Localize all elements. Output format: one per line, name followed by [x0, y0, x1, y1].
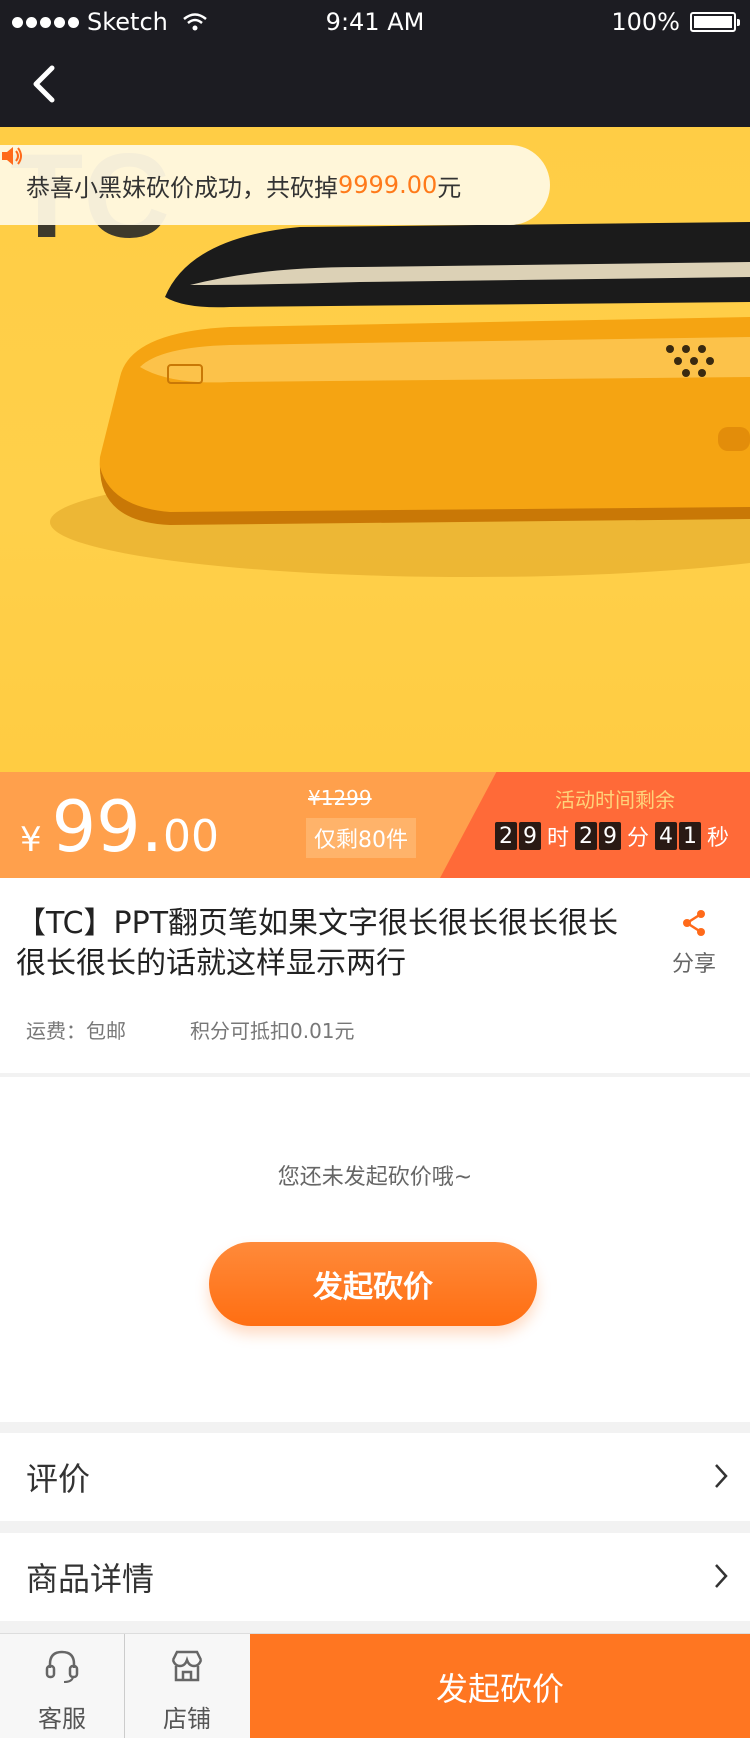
bargain-success-notice: 恭喜小黑妹砍价成功，共砍掉 9999.00 元 [0, 145, 550, 225]
headset-icon [45, 1650, 79, 1683]
timer-digit: 1 [679, 822, 702, 850]
timer-unit: 分 [627, 826, 650, 851]
timer-unit: 秒 [707, 826, 730, 851]
start-bargain-button[interactable]: 发起砍价 [209, 1242, 537, 1326]
stock-badge: 仅剩80件 [306, 818, 416, 858]
notice-amount: 9999.00 [338, 171, 438, 199]
bottom-start-bargain-button[interactable]: 发起砍价 [250, 1634, 750, 1738]
shop-label: 店铺 [163, 1705, 211, 1733]
timer-digit: 9 [599, 822, 622, 850]
timer-digit: 2 [495, 822, 517, 850]
service-label: 客服 [38, 1705, 86, 1733]
battery-label: 100% [611, 8, 680, 36]
chevron-right-icon [715, 1564, 728, 1588]
top-bar: Sketch 9:41 AM 100% [0, 0, 750, 127]
product-hero-image: TC 恭喜小黑妹砍价成功，共砍掉 9999.00 元 [0, 127, 750, 772]
notice-prefix: 恭喜小黑妹砍价成功，共砍掉 [26, 173, 338, 202]
timer-digit: 4 [655, 822, 678, 850]
price-currency: ¥ [20, 820, 42, 860]
store-icon [171, 1650, 203, 1682]
status-bar: Sketch 9:41 AM 100% [0, 0, 750, 42]
price-integer: 99 [51, 786, 141, 868]
details-label: 商品详情 [26, 1560, 155, 1598]
share-icon [683, 910, 705, 936]
price-bar: ¥ 99 . 00 ¥1299 仅剩80件 活动时间剩余 2 9 时 2 9 分… [0, 772, 750, 878]
price-decimal: 00 [162, 811, 219, 862]
original-price: ¥1299 [308, 786, 372, 810]
shipping-text: 运费：包邮 [26, 1019, 126, 1043]
product-meta: 运费：包邮 积分可抵扣0.01元 [26, 1015, 355, 1044]
speaker-icon [2, 147, 22, 165]
current-price: ¥ 99 . 00 [20, 786, 219, 868]
notice-suffix: 元 [437, 173, 462, 202]
bargain-tip: 您还未发起砍价哦~ [277, 1165, 473, 1190]
battery-icon [690, 12, 740, 32]
battery-group: 100% [611, 8, 740, 36]
product-info: 【TC】PPT翻页笔如果文字很长很长很长很长很长很长的话就这样显示两行 分享 运… [0, 878, 750, 1073]
bargain-section: 您还未发起砍价哦~ 发起砍价 [0, 1077, 750, 1422]
points-text: 积分可抵扣0.01元 [190, 1019, 355, 1043]
reviews-row[interactable]: 评价 [0, 1433, 750, 1521]
service-tab[interactable]: 客服 [0, 1634, 124, 1738]
reviews-label: 评价 [26, 1460, 91, 1498]
price-dot: . [140, 786, 163, 868]
details-row[interactable]: 商品详情 [0, 1533, 750, 1621]
share-button[interactable]: 分享 [664, 908, 724, 978]
bottom-action-bar: 客服 店铺 发起砍价 [0, 1633, 750, 1738]
countdown-timer: 2 9 时 2 9 分 4 1 秒 [495, 820, 733, 852]
timer-title: 活动时间剩余 [555, 788, 675, 812]
share-label: 分享 [671, 952, 716, 977]
timer-unit: 时 [547, 826, 570, 851]
chevron-right-icon [715, 1464, 728, 1488]
product-title: 【TC】PPT翻页笔如果文字很长很长很长很长很长很长的话就这样显示两行 [16, 906, 619, 981]
timer-digit: 2 [575, 822, 598, 850]
timer-digit: 9 [519, 822, 541, 850]
shop-tab[interactable]: 店铺 [125, 1634, 249, 1738]
back-arrow-icon[interactable] [28, 62, 68, 106]
